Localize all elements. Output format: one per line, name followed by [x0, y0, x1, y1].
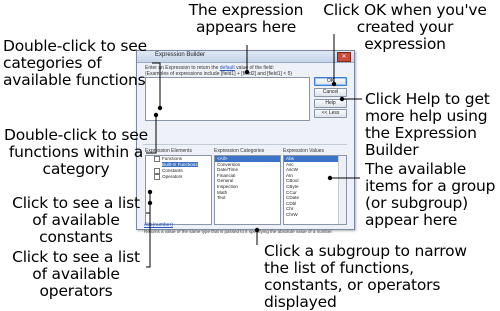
callout-help: Click Help to get more help using the Ex…: [365, 90, 490, 159]
less-button[interactable]: << Less: [314, 109, 347, 118]
cancel-button[interactable]: Cancel: [314, 88, 347, 97]
values-list[interactable]: Abs Asc AscW Atn CBool CByte CCur CDate …: [283, 155, 347, 225]
expression-input[interactable]: [145, 77, 310, 121]
callout-available-items: The available items for a group (or subg…: [365, 160, 496, 229]
elements-header: Expression Elements: [145, 148, 192, 154]
callout-categories-functions: Double-click to see categories of availa…: [3, 37, 147, 89]
expression-builder-dialog: Expression Builder ✕ Enter an Expression…: [136, 50, 355, 230]
values-header: Expression Values: [283, 148, 325, 154]
function-description: Returns a value of the same type that is…: [144, 229, 333, 234]
folder-icon: [154, 173, 160, 180]
scrollbar[interactable]: [338, 156, 346, 224]
list-item[interactable]: Text: [215, 195, 280, 201]
instruction-text: Enter an Expression to return the defaul…: [145, 65, 292, 77]
callout-constants: Click to see a list of available constan…: [12, 194, 140, 246]
help-button[interactable]: Help: [314, 99, 347, 108]
close-icon[interactable]: ✕: [337, 52, 351, 62]
callout-functions-in-category: Double-click to see functions within a c…: [4, 126, 148, 178]
ok-button[interactable]: OK: [314, 77, 347, 86]
tree-item-operators[interactable]: Operators: [146, 173, 211, 180]
callout-ok: Click OK when you've created your expres…: [323, 1, 487, 53]
categories-list[interactable]: <All> Conversion Date/Time Financial Gen…: [214, 155, 281, 225]
categories-header: Expression Categories: [214, 148, 265, 154]
function-help-link[interactable]: Abs(number): [144, 222, 173, 228]
elements-tree[interactable]: Functions Built-In Functions Constants O…: [145, 155, 212, 225]
divider: [143, 144, 347, 145]
list-item[interactable]: ChrW: [284, 212, 346, 218]
callout-subgroup: Click a subgroup to narrow the list of f…: [264, 242, 467, 311]
dialog-title: Expression Builder: [155, 52, 206, 58]
callout-expression: The expression appears here: [188, 1, 304, 36]
callout-operators: Click to see a list of available operato…: [12, 248, 140, 300]
